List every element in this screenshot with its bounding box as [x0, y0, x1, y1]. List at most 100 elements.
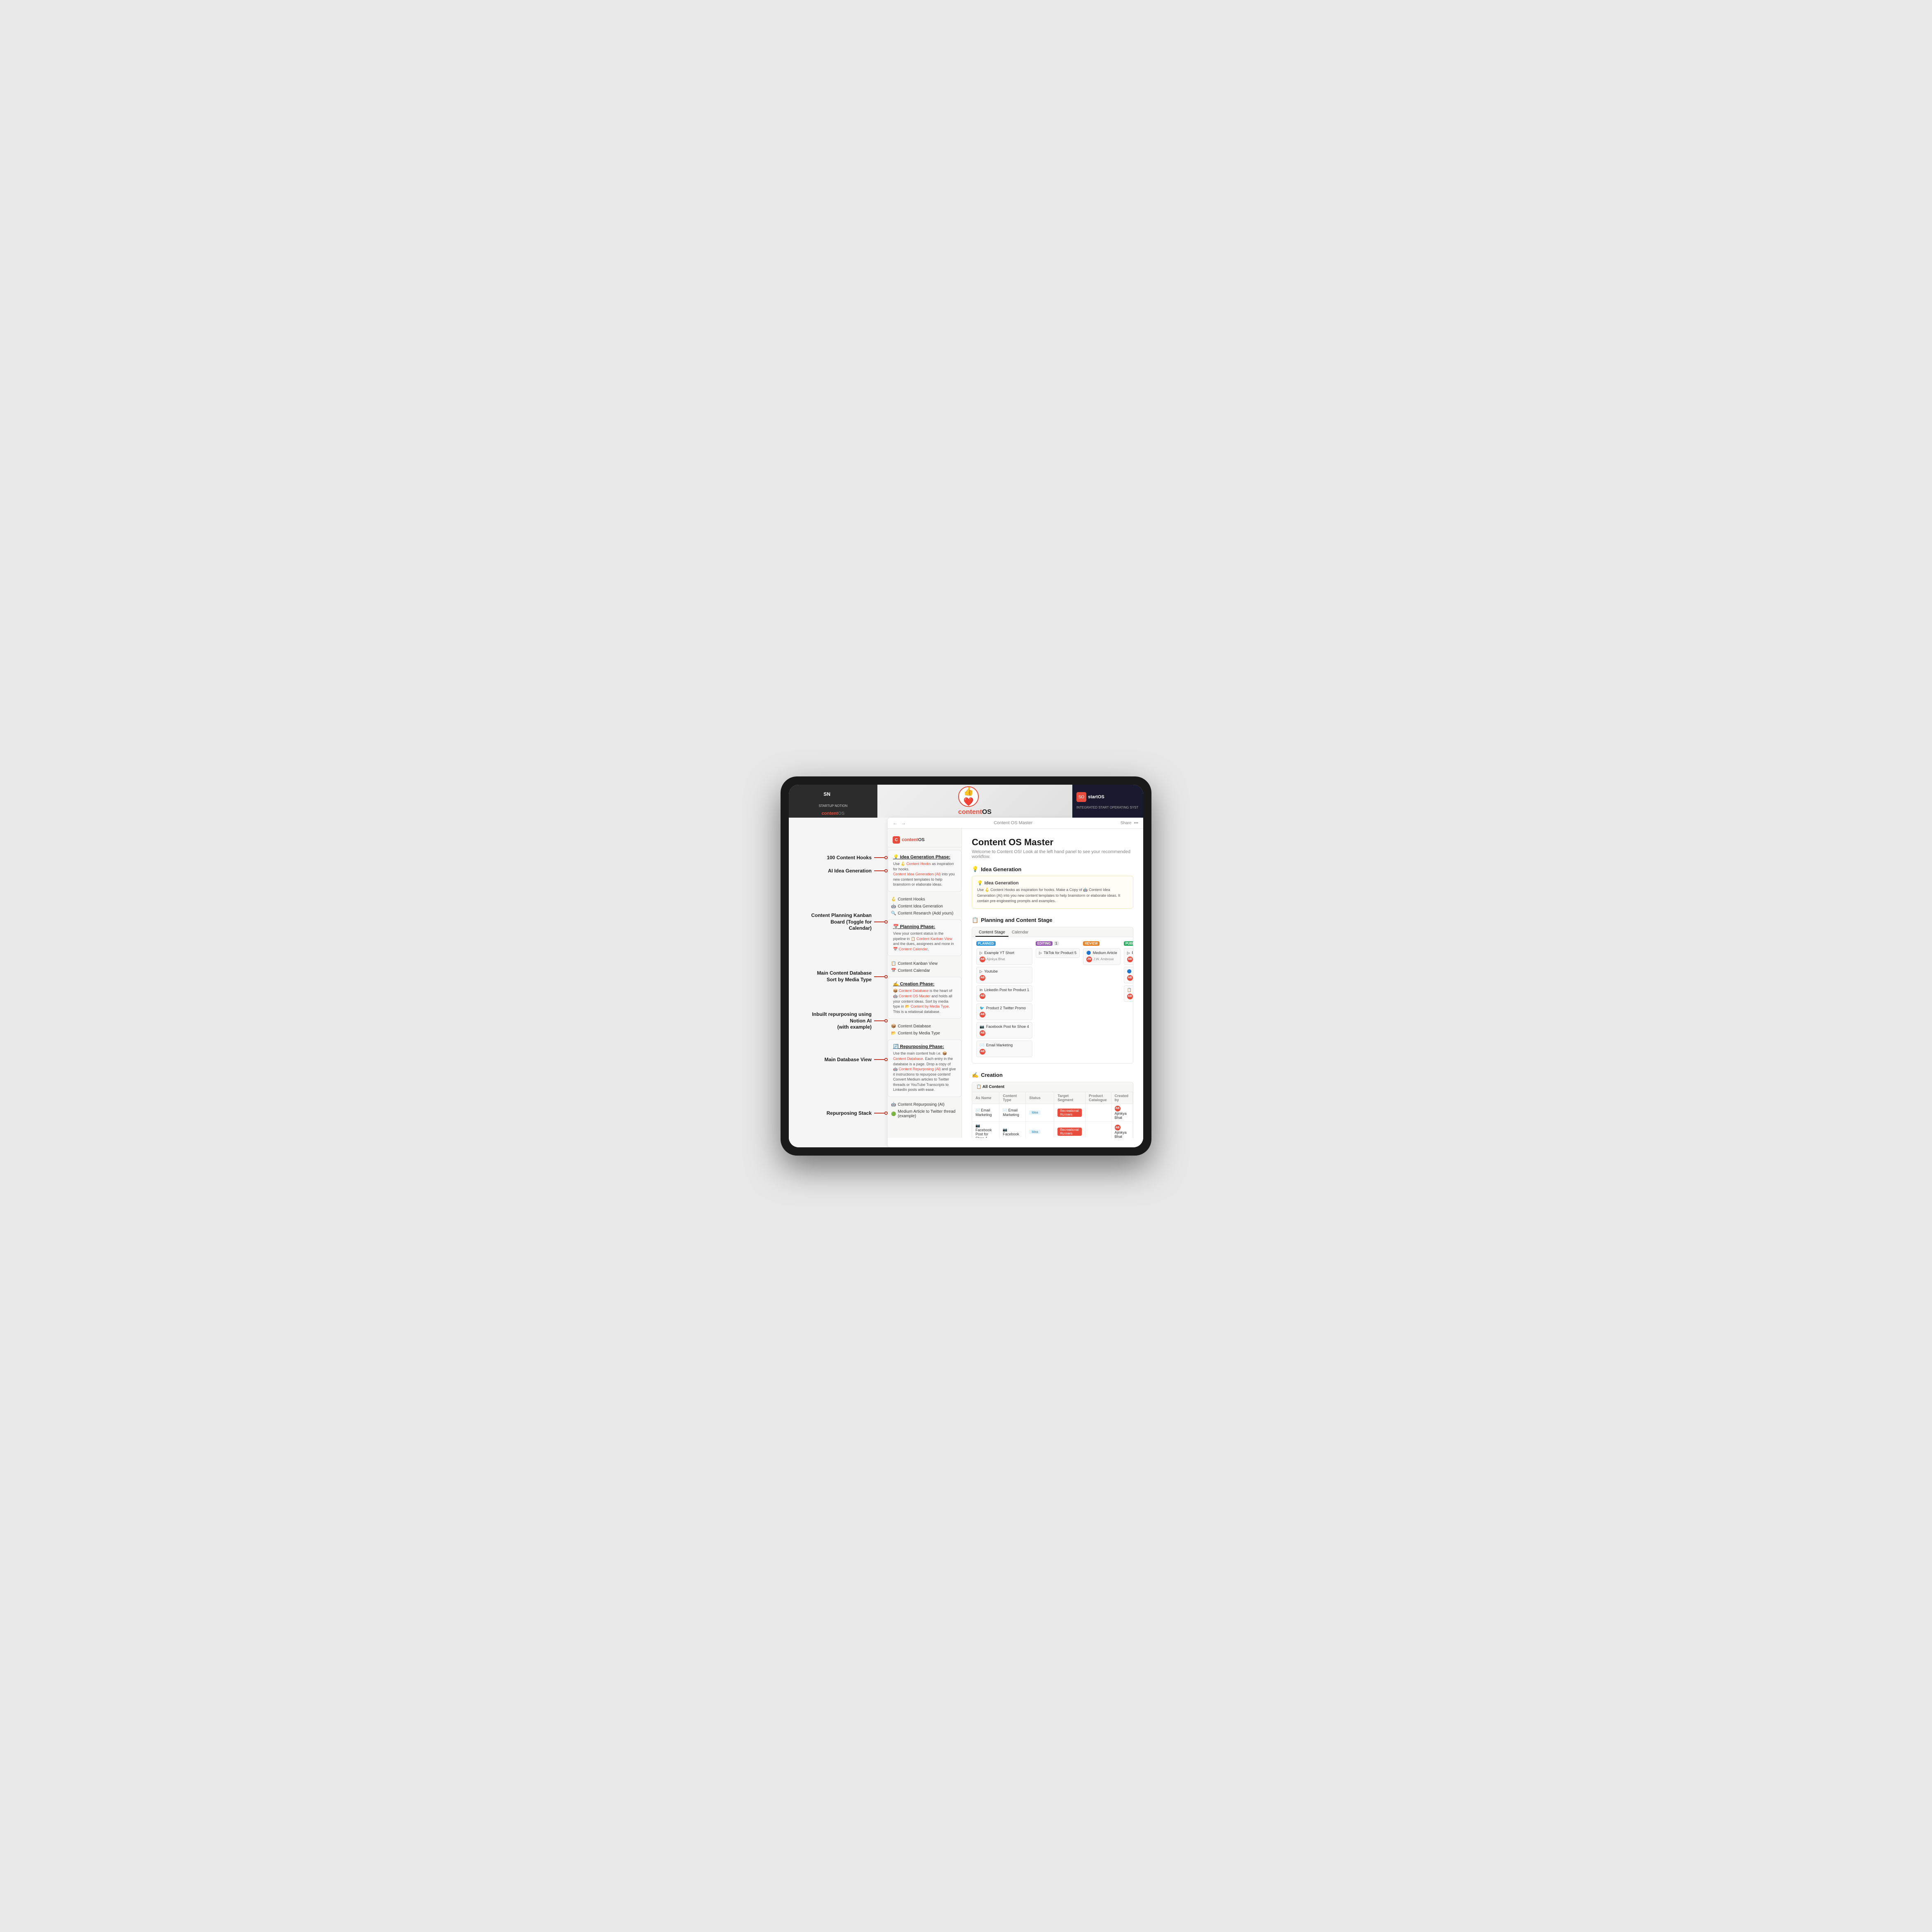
row-status: Idea	[1026, 1121, 1054, 1138]
notion-app: ← → Content OS Master Share ••• C conte	[888, 818, 1143, 1147]
research-label: Content Research (Add yours)	[898, 911, 953, 916]
label-repurpose-ai: Inbuilt repurposing usingNotion AI(with …	[797, 1011, 888, 1031]
tab-calendar[interactable]: Calendar	[1008, 929, 1032, 937]
user-avatar-ab: AB	[980, 957, 985, 962]
notion-main-content: Content OS Master Welcome to Content OS!…	[962, 829, 1143, 1138]
idea-phase-desc: Use 🪝 Content Hooks as inspiration for h…	[893, 861, 956, 887]
kanban-card-email[interactable]: ✉️ Email Marketing AB	[976, 1041, 1032, 1057]
kanban-card-poster[interactable]: 📋 Product Poster AB	[1124, 985, 1133, 1002]
sidebar-item-content-research[interactable]: 🔍 Content Research (Add yours)	[888, 910, 961, 917]
media-label: Content by Media Type	[898, 1031, 940, 1036]
share-btn[interactable]: Share	[1121, 821, 1132, 825]
sidebar-item-content-hooks[interactable]: 🪝 Content Hooks	[888, 896, 961, 903]
sidebar-item-idea-gen[interactable]: 🤖 Content Idea Generation	[888, 903, 961, 910]
kanban-card-medium-review[interactable]: 🔵 Medium Article JW J.W. Ambrose	[1083, 948, 1121, 965]
calendar-icon: 📅	[891, 968, 896, 973]
row-type: 📷Facebook	[999, 1121, 1026, 1138]
kanban-card-yt-short[interactable]: ▷ Example YT Short AB Ajinkya Bhat	[976, 948, 1032, 965]
startup-notion-label: STARTUP NOTION	[819, 804, 848, 808]
back-icon[interactable]: ←	[893, 820, 898, 826]
kanban-card-twitter[interactable]: 🐦 Product 2 Twitter Promo AB	[976, 1004, 1032, 1020]
contentos-main-logo-brand: content	[958, 809, 982, 816]
row-created: ABAjinkya Bhat	[1111, 1104, 1132, 1121]
linkedin-icon: in	[980, 988, 982, 992]
repurpose-phase-box: 🔄 Repurposing Phase: Use the main conten…	[888, 1039, 961, 1097]
startos-logo: SO startOS	[1076, 792, 1138, 802]
editing-badge: Editing	[1036, 941, 1052, 946]
table-view-all-content[interactable]: 📋 All Content	[976, 1085, 1004, 1089]
page-subtitle: Welcome to Content OS! Look at the left …	[972, 849, 1133, 859]
idea-generation-section: 💡 Idea Generation 💡 Idea Generation Use …	[972, 866, 1133, 909]
notion-sidebar: C contentOS 💡 Idea Generation Phase: Use…	[888, 829, 962, 1138]
row-status: Idea	[1026, 1104, 1054, 1121]
left-labels-panel: 100 Content Hooks AI Idea Generation	[789, 818, 888, 1147]
startup-notion-banner: SN STARTUP NOTION contentOS	[789, 785, 877, 818]
user-dot-ab6: AB	[980, 1049, 985, 1055]
planning-phase-title: 📅 Planning Phase:	[893, 924, 956, 929]
user-dot-ab9: AB	[1127, 994, 1133, 999]
content-db-icon: 📦	[891, 1024, 896, 1029]
user-name-ab: Ajinkya Bhat	[987, 957, 1005, 961]
sidebar-item-medium-example[interactable]: 🟢 Medium Article to Twitter thread (exam…	[888, 1108, 961, 1120]
contentos-logo-small: content	[822, 811, 838, 816]
col-product: Product Catalogue	[1085, 1092, 1111, 1104]
user-dot-ab8: AB	[1127, 975, 1133, 981]
planning-section-icon: 📋	[972, 917, 978, 924]
kanban-card-tiktok[interactable]: ▷ TikTok for Product 5	[1036, 948, 1080, 958]
table-row[interactable]: 📷Facebook Post for Shoe 4 📷Facebook Idea…	[972, 1121, 1133, 1138]
kanban-tabs: Content Stage Calendar	[972, 927, 1133, 937]
planning-header: 📋 Planning and Content Stage	[972, 917, 1133, 924]
kanban-card-facebook[interactable]: 📷 Facebook Post for Shoe 4 AB	[976, 1022, 1032, 1039]
sidebar-item-kanban[interactable]: 📋 Content Kanban View	[888, 960, 961, 967]
sidebar-item-calendar[interactable]: 📅 Content Calendar	[888, 967, 961, 974]
label-repurpose-ai-arrow	[874, 1019, 888, 1022]
kanban-editing-header: Editing 1	[1036, 941, 1080, 946]
label-hooks: 100 Content Hooks	[797, 855, 888, 860]
medium-review-user: JW J.W. Ambrose	[1086, 957, 1117, 962]
page-title: Content OS Master	[972, 837, 1133, 848]
medium-example-label: Medium Article to Twitter thread (exampl…	[898, 1109, 958, 1118]
creation-header: ✍️ Creation	[972, 1072, 1133, 1079]
user-dot-ab4: AB	[980, 1012, 985, 1018]
sidebar-item-by-media[interactable]: 📂 Content by Media Type	[888, 1030, 961, 1037]
medium-example-icon: 🟢	[891, 1112, 896, 1116]
sidebar-item-content-db[interactable]: 📦 Content Database	[888, 1023, 961, 1030]
more-btn[interactable]: •••	[1134, 821, 1138, 825]
label-database: Main Content DatabaseSort by Media Type	[797, 970, 888, 983]
linkedin-user: AB	[980, 993, 1029, 999]
tab-content-stage[interactable]: Content Stage	[975, 929, 1008, 937]
label-repurpose-stack-arrow	[874, 1111, 888, 1115]
twitter-icon: 🐦	[980, 1006, 984, 1010]
idea-gen-label: Content Idea Generation	[898, 904, 943, 909]
forward-icon[interactable]: →	[901, 820, 906, 826]
table-header-row: As Name Content Type Status Target Segme…	[972, 1092, 1133, 1104]
kanban-col-editing: Editing 1 ▷ TikTok for Product 5	[1036, 941, 1080, 1059]
label-hooks-arrow	[874, 856, 888, 859]
idea-phase-title: 💡 Idea Generation Phase:	[893, 854, 956, 860]
kanban-card-youtube[interactable]: ▷ Youtube AB	[976, 967, 1032, 983]
row-product	[1085, 1121, 1111, 1138]
kanban-card-product4video[interactable]: ▷ Product 4 Video AB	[1124, 948, 1133, 965]
notion-inner: C contentOS 💡 Idea Generation Phase: Use…	[888, 829, 1143, 1138]
email-icon: ✉️	[980, 1043, 984, 1047]
label-db-view-arrow	[874, 1058, 888, 1061]
kanban-card-medium-pub[interactable]: 🔵 Medium Article AB	[1124, 967, 1133, 983]
facebook-icon: 📷	[980, 1025, 984, 1029]
row-name: ✉️Email Marketing	[972, 1104, 999, 1121]
label-db-view: Main Database View	[797, 1057, 888, 1062]
sidebar-item-repurpose-ai[interactable]: 🤖 Content Repurposing (AI)	[888, 1101, 961, 1108]
kanban-col-planned: Planned ▷ Example YT Short AB Ajinkya Bh…	[976, 941, 1032, 1059]
table-row[interactable]: ✉️Email Marketing ✉️Email Marketing Idea…	[972, 1104, 1133, 1121]
medium-pub-icon: 🔵	[1127, 969, 1132, 973]
repurpose-ai-icon: 🤖	[891, 1102, 896, 1107]
creation-section-icon: ✍️	[972, 1072, 978, 1079]
center-logo-emoji: 👍❤️	[959, 786, 978, 807]
label-repurpose-stack: Repurposing Stack	[797, 1110, 888, 1116]
editing-count: 1	[1054, 941, 1059, 945]
kanban-card-linkedin[interactable]: in LinkedIn Post for Product 1 AB	[976, 985, 1032, 1001]
video-user: AB	[1127, 957, 1133, 962]
kanban-col-review: Review 🔵 Medium Article JW J.W. Ambrose	[1083, 941, 1121, 1059]
header-actions: Share •••	[1121, 821, 1138, 825]
kanban-published-header: Published	[1124, 941, 1133, 946]
facebook-user: AB	[980, 1030, 1029, 1036]
